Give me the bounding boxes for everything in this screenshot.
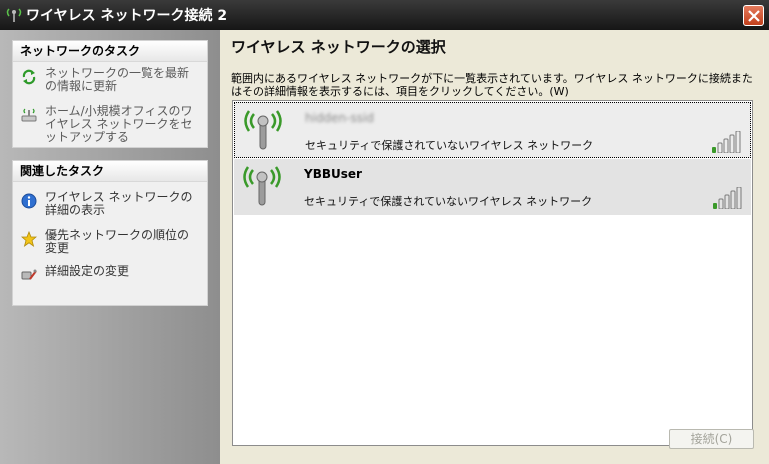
task-change-preferred-order[interactable]: 優先ネットワークの順位の変更: [21, 229, 201, 255]
network-list-description: 範囲内にあるワイヤレス ネットワークが下に一覧表示されています。ワイヤレス ネッ…: [231, 72, 753, 98]
related-tasks-heading: 関連したタスク: [13, 161, 207, 182]
close-icon: [748, 10, 760, 22]
main-pane: ワイヤレス ネットワークの選択 範囲内にあるワイヤレス ネットワークが下に一覧表…: [220, 30, 769, 464]
title-bar[interactable]: ワイヤレス ネットワーク接続 2: [0, 0, 769, 30]
task-label: 優先ネットワークの順位の変更: [45, 228, 190, 255]
task-change-advanced-settings[interactable]: 詳細設定の変更: [21, 265, 201, 285]
settings-icon: [21, 269, 37, 280]
wireless-antenna-icon: [243, 166, 281, 206]
wireless-setup-icon: [21, 108, 37, 122]
related-tasks-panel: 関連したタスク ワイヤレス ネットワークの詳細の表示 優先ネットワークの順位の変…: [12, 160, 208, 306]
task-pane: ネットワークのタスク ネットワークの一覧を最新の情報に更新 ホーム/小規模オフィ…: [0, 30, 220, 464]
task-setup-wireless[interactable]: ホーム/小規模オフィスのワイヤレス ネットワークをセットアップする: [21, 105, 201, 147]
signal-strength-icon: [712, 131, 741, 153]
network-list-item[interactable]: YBBUser セキュリティで保護されていないワイヤレス ネットワーク: [234, 159, 751, 215]
info-icon: [21, 193, 37, 209]
refresh-icon: [22, 69, 36, 85]
network-ssid: hidden-ssid: [305, 111, 374, 125]
task-label: ネットワークの一覧を最新の情報に更新: [45, 66, 190, 93]
network-list[interactable]: hidden-ssid セキュリティで保護されていないワイヤレス ネットワーク: [232, 100, 753, 446]
window-title: ワイヤレス ネットワーク接続 2: [26, 8, 228, 24]
signal-strength-icon: [713, 187, 742, 209]
network-list-item[interactable]: hidden-ssid セキュリティで保護されていないワイヤレス ネットワーク: [234, 102, 751, 158]
network-security-status: セキュリティで保護されていないワイヤレス ネットワーク: [304, 195, 593, 208]
network-security-status: セキュリティで保護されていないワイヤレス ネットワーク: [305, 139, 594, 152]
task-label: ホーム/小規模オフィスのワイヤレス ネットワークをセットアップする: [45, 104, 193, 144]
network-tasks-heading: ネットワークのタスク: [13, 41, 207, 62]
connect-button[interactable]: 接続(C): [669, 429, 754, 449]
task-label: ワイヤレス ネットワークの詳細の表示: [45, 190, 193, 217]
wireless-connection-window: ワイヤレス ネットワーク接続 2 ネットワークのタスク ネットワークの一覧を最新…: [0, 0, 769, 464]
task-label: 詳細設定の変更: [45, 264, 130, 278]
close-button[interactable]: [743, 5, 764, 26]
page-title: ワイヤレス ネットワークの選択: [231, 38, 446, 56]
wireless-signal-icon: [6, 8, 22, 22]
task-view-network-details[interactable]: ワイヤレス ネットワークの詳細の表示: [21, 191, 201, 221]
wireless-antenna-icon: [244, 110, 282, 150]
network-ssid: YBBUser: [304, 167, 362, 181]
star-icon: [21, 231, 37, 247]
network-tasks-panel: ネットワークのタスク ネットワークの一覧を最新の情報に更新 ホーム/小規模オフィ…: [12, 40, 208, 148]
task-refresh-network-list[interactable]: ネットワークの一覧を最新の情報に更新: [21, 67, 201, 97]
